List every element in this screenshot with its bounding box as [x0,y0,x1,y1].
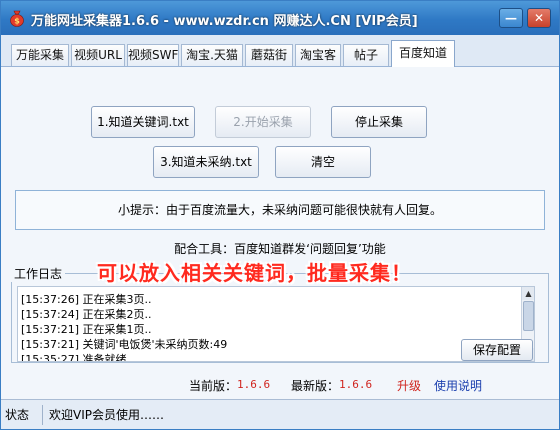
window-title: 万能网址采集器1.6.6 - www.wzdr.cn 网赚达人.CN [VIP会… [31,14,418,29]
status-bar: 状态 欢迎VIP会员使用…… [1,399,559,429]
hint-text: 小提示：由于百度流量大，未采纳问题可能很快就有人回复。 [117,203,442,217]
tab-bar: 万能采集 视频URL 视频SWF 淘宝.天猫 蘑菇街 淘宝客 帖子 百度知道 [1,35,559,67]
baidu-zhidao-panel: 1.知道关键词.txt 2.开始采集 停止采集 3.知道未采纳.txt 清空 小… [1,67,559,399]
tab-taobao-tmall[interactable]: 淘宝.天猫 [181,44,243,66]
hint-box: 小提示：由于百度流量大，未采纳问题可能很快就有人回复。 [15,190,545,230]
tab-taobaoke[interactable]: 淘宝客 [295,44,341,66]
clear-button[interactable]: 清空 [275,146,371,178]
keywords-file-button[interactable]: 1.知道关键词.txt [91,106,195,138]
app-window: $ 万能网址采集器1.6.6 - www.wzdr.cn 网赚达人.CN [VI… [0,0,560,430]
log-line: [15:37:24] 正在采集2页.. [21,308,152,321]
tab-posts[interactable]: 帖子 [343,44,389,66]
companion-tools-text: 配合工具：百度知道群发‘问题回复’功能 [174,242,386,256]
work-log-title: 工作日志 [11,265,66,282]
log-line: [15:37:26] 正在采集3页.. [21,293,152,306]
svg-text:$: $ [14,17,20,26]
status-text: 欢迎VIP会员使用…… [49,408,164,422]
tab-video-swf[interactable]: 视频SWF [127,44,179,66]
scroll-thumb[interactable] [523,301,534,331]
scroll-up-arrow-icon[interactable]: ▲ [522,287,534,300]
log-line: [15:37:21] 正在采集1页.. [21,323,152,336]
money-bag-icon: $ [10,10,24,27]
stop-collect-button[interactable]: 停止采集 [331,106,427,138]
minimize-button[interactable]: — [499,8,523,28]
log-line: [15:35:27] 准备就绪...... [21,353,148,362]
promo-banner-text: 可以放入相关关键词，批量采集！ [97,261,412,285]
work-log-textarea[interactable]: [15:37:26] 正在采集3页.. [15:37:24] 正在采集2页.. … [17,286,535,362]
title-bar[interactable]: $ 万能网址采集器1.6.6 - www.wzdr.cn 网赚达人.CN [VI… [1,1,559,35]
tab-video-url[interactable]: 视频URL [71,44,125,66]
latest-version-value: 1.6.6 [339,378,373,391]
current-version-label: 当前版： [189,379,238,393]
latest-version-label: 最新版： [291,379,340,393]
current-version-value: 1.6.6 [237,378,271,391]
uncollected-file-button[interactable]: 3.知道未采纳.txt [153,146,259,178]
start-collect-button[interactable]: 2.开始采集 [215,106,311,138]
help-link[interactable]: 使用说明 [434,377,482,394]
tab-mogujie[interactable]: 蘑菇街 [245,44,293,66]
log-line: [15:37:21] 关键词'电饭煲'未采纳页数:49 [21,338,228,351]
tab-universal-collect[interactable]: 万能采集 [11,44,69,66]
save-config-button[interactable]: 保存配置 [461,339,533,361]
status-label: 状态 [5,405,43,425]
tab-baidu-zhidao[interactable]: 百度知道 [391,40,455,67]
upgrade-link[interactable]: 升级 [397,377,421,394]
close-button[interactable]: ✕ [527,8,551,28]
